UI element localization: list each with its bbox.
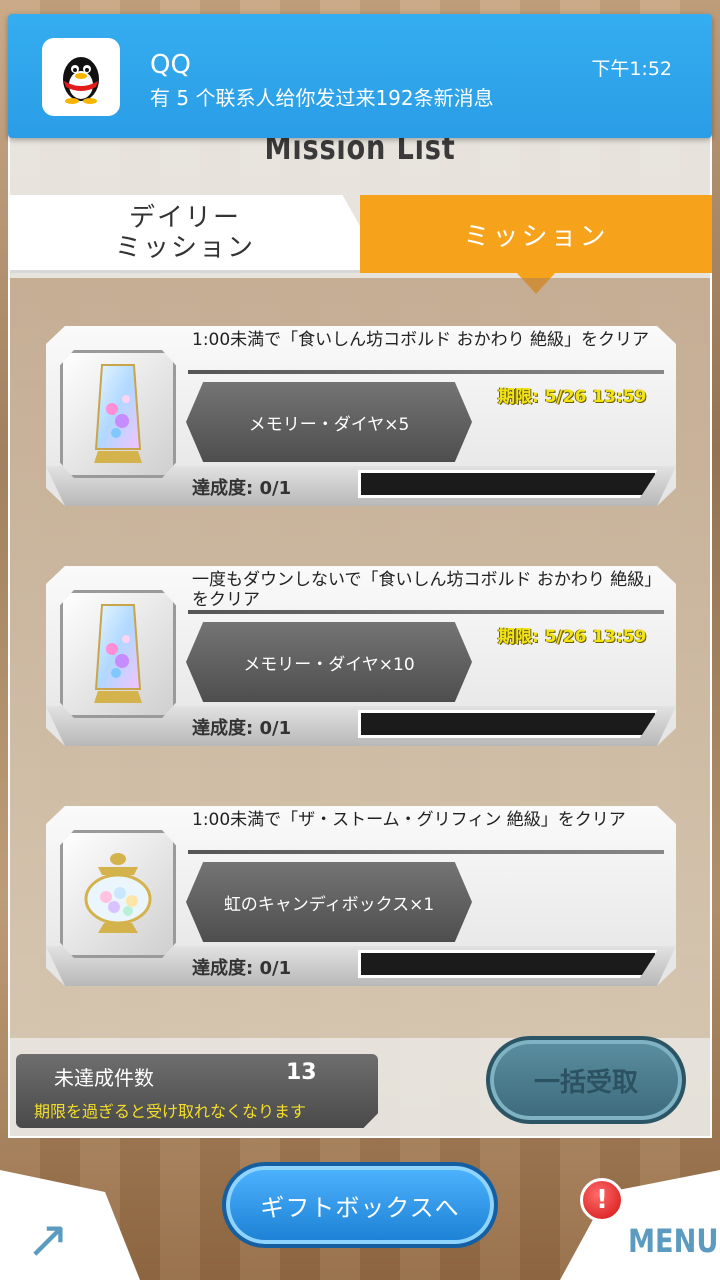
progress-bar bbox=[358, 950, 658, 978]
qq-penguin-icon bbox=[42, 38, 120, 116]
title-divider bbox=[188, 850, 664, 854]
title-divider bbox=[188, 370, 664, 374]
tab-daily-mission[interactable]: デイリー ミッション bbox=[10, 195, 360, 273]
mission-card[interactable]: 1:00未満で「ザ・ストーム・グリフィン 絶級」をクリア 虹のキャンディボックス… bbox=[46, 806, 676, 986]
notification-message: 有 5 个联系人给你发过来192条新消息 bbox=[150, 86, 494, 110]
mission-title: 1:00未満で「ザ・ストーム・グリフィン 絶級」をクリア bbox=[192, 810, 626, 830]
qq-notification[interactable]: QQ 有 5 个联系人给你发过来192条新消息 下午1:52 bbox=[8, 14, 712, 138]
progress-label: 達成度: 0/1 bbox=[192, 478, 292, 499]
notification-time: 下午1:52 bbox=[591, 58, 672, 80]
progress-label: 達成度: 0/1 bbox=[192, 718, 292, 739]
progress-bar bbox=[358, 470, 658, 498]
progress-label: 達成度: 0/1 bbox=[192, 958, 292, 979]
reward-icon-frame bbox=[60, 830, 176, 958]
reward-label: メモリー・ダイヤ×5 bbox=[186, 382, 472, 462]
mission-card[interactable]: 1:00未満で「食いしん坊コボルド おかわり 絶級」をクリア メモリー・ダイヤ×… bbox=[46, 326, 676, 506]
reward-icon-frame bbox=[60, 590, 176, 718]
tab-mission[interactable]: ミッション bbox=[360, 195, 712, 273]
incomplete-count-value: 13 bbox=[286, 1060, 317, 1085]
memory-diamond-icon bbox=[94, 604, 142, 703]
title-divider bbox=[188, 610, 664, 614]
notification-app-name: QQ bbox=[150, 50, 191, 80]
bulk-receive-button[interactable]: 一括受取 bbox=[486, 1036, 686, 1124]
deadline-label: 期限: 5/26 13:59 bbox=[498, 627, 647, 647]
alert-badge-icon: ! bbox=[580, 1178, 624, 1222]
tab-mission-label: ミッション bbox=[463, 221, 609, 252]
menu-label: MENU bbox=[627, 1222, 719, 1260]
tab-daily-label-line1: デイリー bbox=[128, 202, 241, 233]
reward-icon-frame bbox=[60, 350, 176, 478]
incomplete-count-label: 未達成件数 bbox=[54, 1066, 154, 1090]
mission-card[interactable]: 一度もダウンしないで「食いしん坊コボルド おかわり 絶級」をクリア メモリー・ダ… bbox=[46, 566, 676, 746]
deadline-label: 期限: 5/26 13:59 bbox=[498, 387, 647, 407]
memory-diamond-icon bbox=[94, 364, 142, 463]
tab-daily-label-line2: ミッション bbox=[114, 232, 255, 263]
mission-title: 一度もダウンしないで「食いしん坊コボルド おかわり 絶級」をクリア bbox=[192, 570, 662, 610]
back-arrow-icon: ↗ bbox=[26, 1210, 70, 1270]
progress-bar bbox=[358, 710, 658, 738]
incomplete-count-panel: 未達成件数 13 期限を過ぎると受け取れなくなります bbox=[16, 1054, 378, 1128]
reward-label: 虹のキャンディボックス×1 bbox=[186, 862, 472, 942]
gift-box-button[interactable]: ギフトボックスへ bbox=[222, 1162, 498, 1248]
candy-box-icon bbox=[84, 853, 152, 933]
reward-label: メモリー・ダイヤ×10 bbox=[186, 622, 472, 702]
expiry-warning: 期限を過ぎると受け取れなくなります bbox=[34, 1102, 307, 1121]
mission-title: 1:00未満で「食いしん坊コボルド おかわり 絶級」をクリア bbox=[192, 330, 649, 350]
